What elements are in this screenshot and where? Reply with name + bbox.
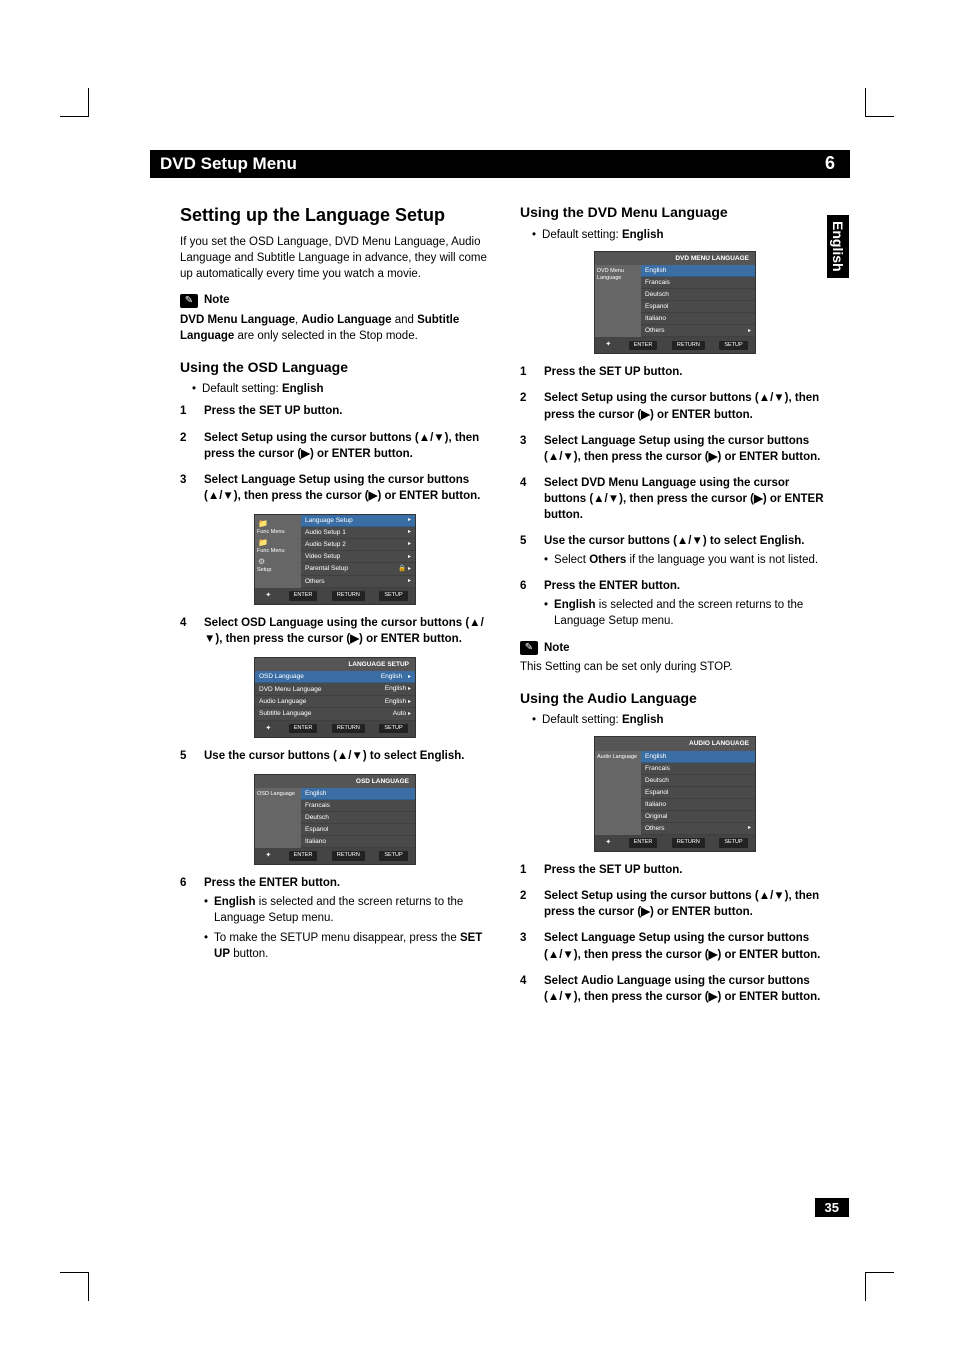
osd-language-setup: LANGUAGE SETUP OSD LanguageEnglish ▸ DVD… xyxy=(254,657,416,738)
osd-steps-cont: 4Select OSD Language using the cursor bu… xyxy=(180,615,490,647)
dvd-steps: 1Press the SET UP button. 2Select Setup … xyxy=(520,364,830,629)
step-3: 3Select Language Setup using the cursor … xyxy=(180,472,490,504)
folder-icon: 📁 xyxy=(257,518,299,529)
note-body: This Setting can be set only during STOP… xyxy=(520,659,830,675)
osd-lang-heading: Using the OSD Language xyxy=(180,358,490,378)
nav-cross-icon: ✦ xyxy=(262,591,274,601)
default-setting: • Default setting: English xyxy=(532,227,830,243)
osd-steps-cont2: 5Use the cursor buttons (▲/▼) to select … xyxy=(180,748,490,764)
osd-osd-language: OSD LANGUAGE OSD Language English Franca… xyxy=(254,774,416,866)
right-column: Using the DVD Menu Language • Default se… xyxy=(520,203,830,1015)
bullet-icon: • xyxy=(192,381,196,397)
note-heading: Note xyxy=(520,640,830,656)
step-1: 1Press the SET UP button. xyxy=(180,403,490,419)
osd-setup: SETUP xyxy=(379,591,407,601)
step-6: 6 Press the ENTER button. •English is se… xyxy=(180,875,490,961)
osd-dvd-menu-language: DVD MENU LANGUAGE DVD Menu Language Engl… xyxy=(594,251,756,355)
lock-icon: 🔒 xyxy=(398,565,406,572)
folder-icon: 📁 xyxy=(257,537,299,548)
dvd-lang-heading: Using the DVD Menu Language xyxy=(520,203,830,223)
arrow-right-icon: ▸ xyxy=(408,516,411,524)
crop-mark xyxy=(60,88,89,117)
nav-cross-icon: ✦ xyxy=(602,340,614,350)
default-setting: • Default setting: English xyxy=(532,712,830,728)
main-heading: Setting up the Language Setup xyxy=(180,203,490,228)
nav-cross-icon: ✦ xyxy=(602,838,614,848)
osd-steps: 1Press the SET UP button. 2Select Setup … xyxy=(180,403,490,503)
page-number: 35 xyxy=(815,1198,849,1217)
audio-lang-heading: Using the Audio Language xyxy=(520,689,830,709)
crop-mark xyxy=(865,88,894,117)
crop-mark xyxy=(865,1272,894,1301)
osd-audio-language: AUDIO LANGUAGE Audio Language English Fr… xyxy=(594,736,756,852)
header-bar: DVD Setup Menu 6 xyxy=(150,150,850,178)
step-5: 5Use the cursor buttons (▲/▼) to select … xyxy=(180,748,490,764)
header-title: DVD Setup Menu xyxy=(150,150,810,178)
audio-steps: 1Press the SET UP button. 2Select Setup … xyxy=(520,862,830,1005)
header-chapter: 6 xyxy=(810,150,850,178)
step-2: 2Select Setup using the cursor buttons (… xyxy=(180,430,490,462)
intro-text: If you set the OSD Language, DVD Menu La… xyxy=(180,234,490,282)
pencil-icon xyxy=(520,641,538,655)
osd-steps-cont3: 6 Press the ENTER button. •English is se… xyxy=(180,875,490,961)
nav-cross-icon: ✦ xyxy=(262,724,274,734)
crop-mark xyxy=(60,1272,89,1301)
pencil-icon xyxy=(180,294,198,308)
note-heading: Note xyxy=(180,292,490,308)
gear-icon: ⚙ xyxy=(257,556,299,567)
note-label: Note xyxy=(204,292,230,308)
osd-return: RETURN xyxy=(332,591,365,601)
note-body: DVD Menu Language, Audio Language and Su… xyxy=(180,312,490,344)
osd-enter: ENTER xyxy=(289,591,318,601)
nav-cross-icon: ✦ xyxy=(262,851,274,861)
osd-setup-menu: 📁 Func Menu 📁 Func Menu ⚙ Setup Language… xyxy=(254,514,416,605)
page-content: DVD Setup Menu 6 Setting up the Language… xyxy=(150,150,850,1015)
step-4: 4Select OSD Language using the cursor bu… xyxy=(180,615,490,647)
left-column: Setting up the Language Setup If you set… xyxy=(180,203,490,1015)
default-setting: • Default setting: English xyxy=(192,381,490,397)
